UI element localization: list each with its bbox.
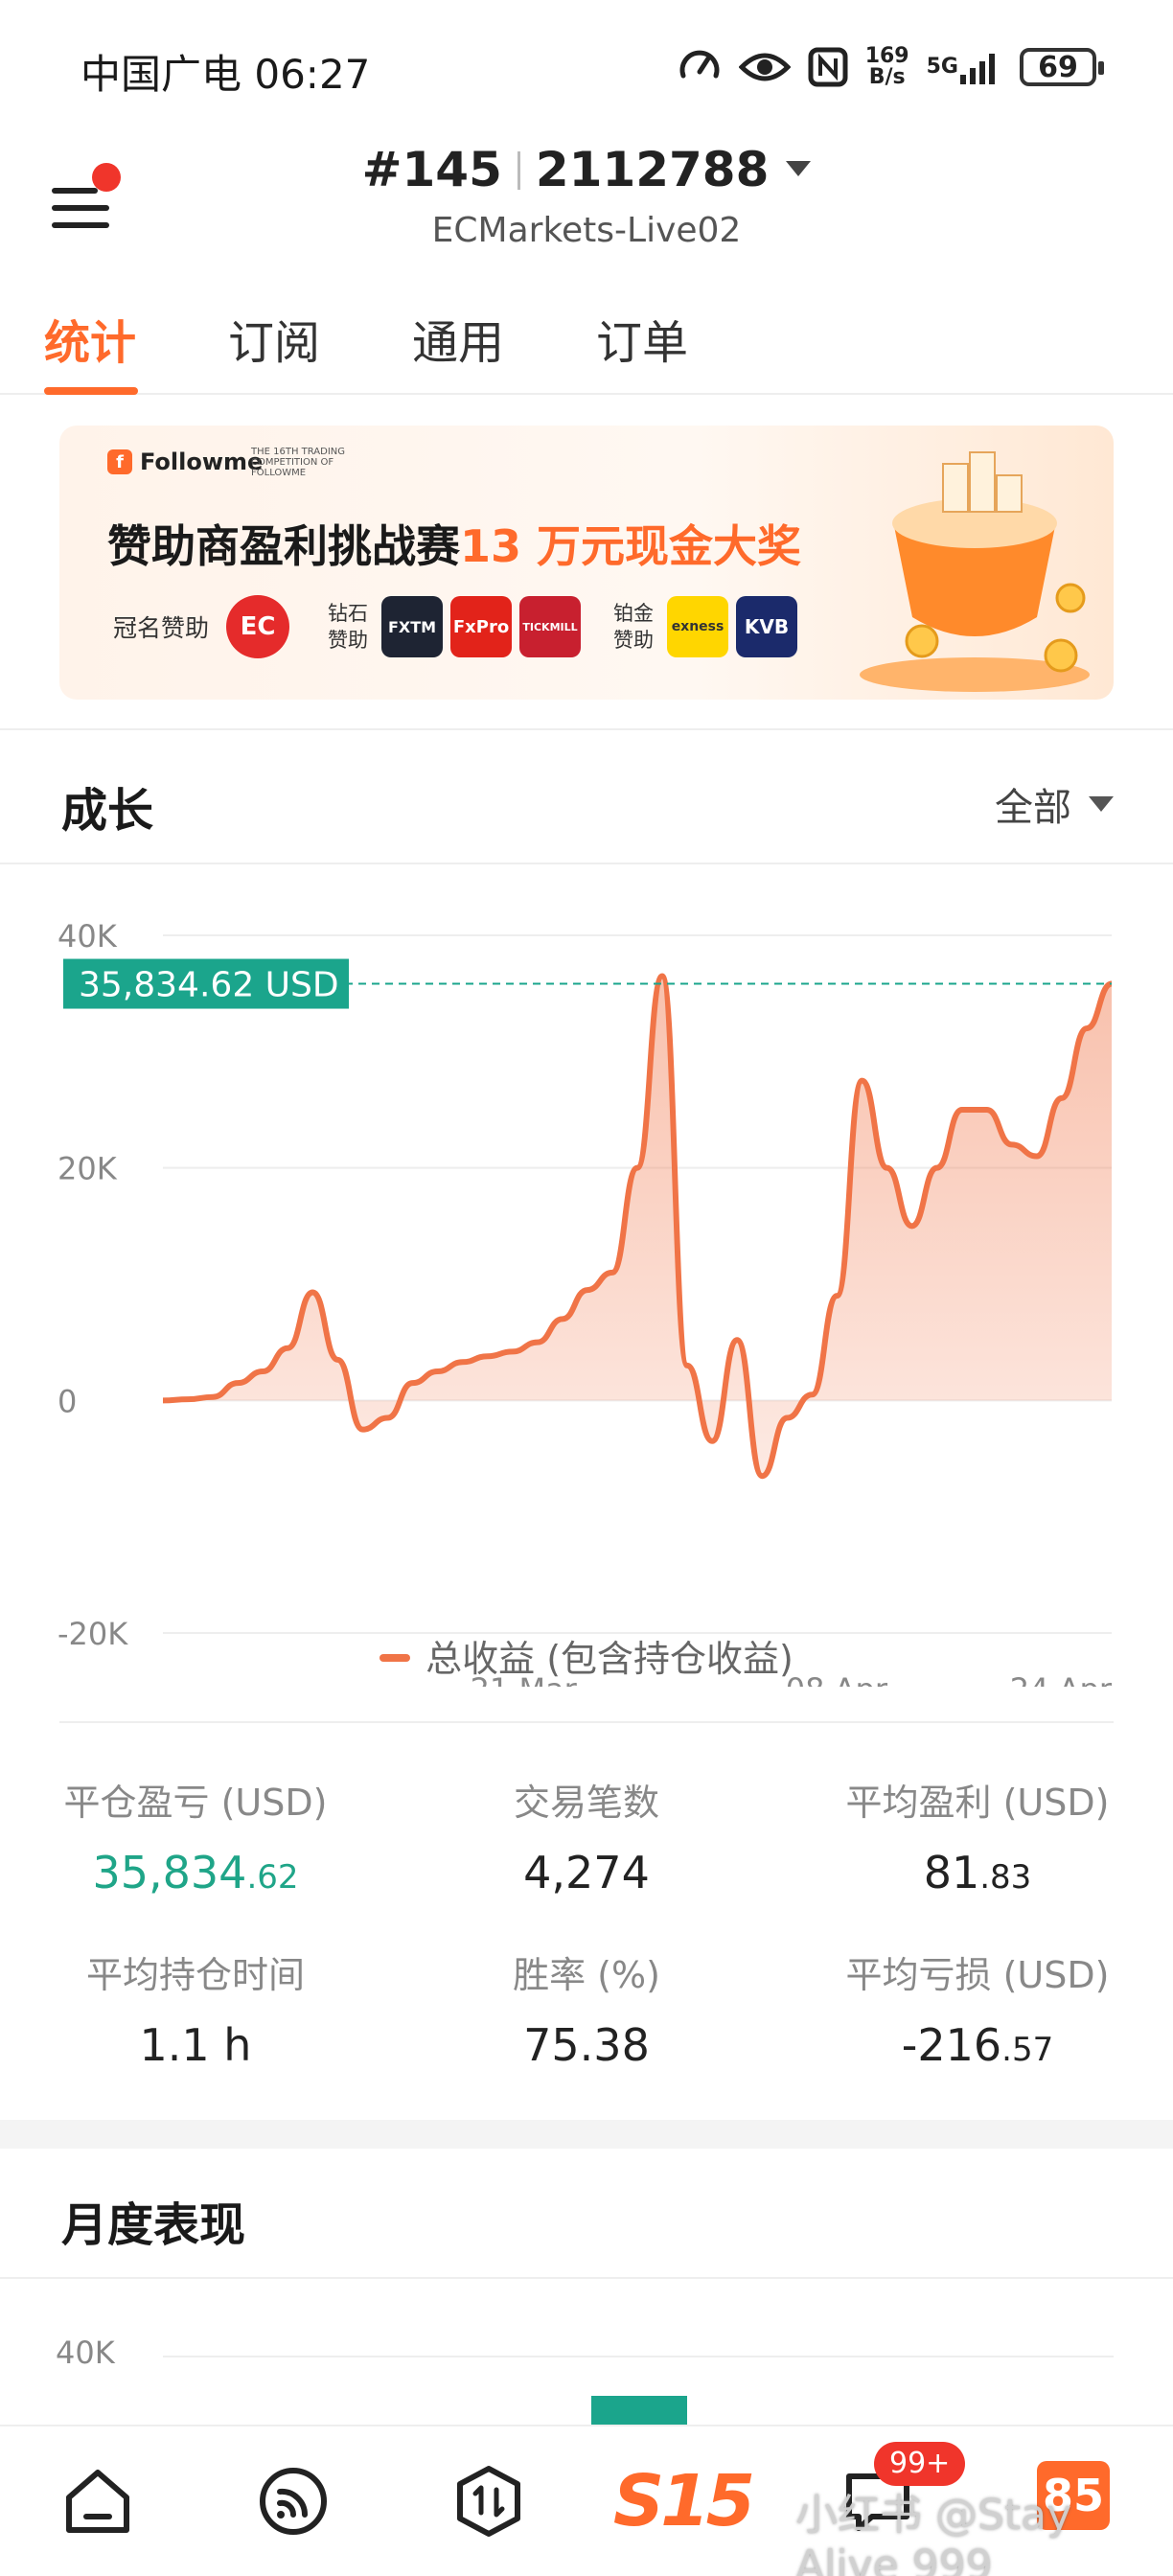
s15-logo: S15 <box>612 2460 755 2542</box>
nav-s15[interactable]: S15 <box>613 2453 755 2549</box>
monthly-bar <box>591 2396 687 2425</box>
exness-sponsor-logo: exness <box>667 596 729 657</box>
kvb-sponsor-logo: KVB <box>736 596 798 657</box>
stat-closed-pnl: 平仓盈亏 (USD) 35,834.62 <box>63 1782 328 1898</box>
stat-avg-holding-time: 平均持仓时间 1.1 h <box>85 1954 305 2071</box>
range-value: 全部 <box>995 786 1071 830</box>
account-selector[interactable]: #145 2112788 <box>0 142 1173 197</box>
speedometer-icon <box>678 45 722 89</box>
sponsor-row: 冠名赞助 EC 钻石 赞助 FXTM FxPro TICKMILL 铂金 赞助 ex… <box>113 588 805 665</box>
stat-avg-loss: 平均亏损 (USD) -216.57 <box>845 1954 1110 2071</box>
growth-chart: 40K20K0-20K 21 Mar08 Apr24 Apr 35,834.62… <box>0 901 1173 1708</box>
y-tick-label: 0 <box>58 1383 77 1419</box>
home-icon <box>66 2470 129 2533</box>
y-tick-label: 40K <box>58 918 118 954</box>
current-value-tag: 35,834.62 USD <box>63 958 349 1009</box>
carrier-time: 中国广电 06:27 <box>80 51 371 98</box>
tab-bar: 统计 订阅 通用 订单 <box>0 288 1173 395</box>
trophy-cup-illustration <box>860 451 1090 692</box>
chevron-down-icon <box>786 161 812 176</box>
server-name: ECMarkets-Live02 <box>431 211 742 250</box>
range-dropdown[interactable]: 全部 <box>995 776 1114 832</box>
fxtm-sponsor-logo: FXTM <box>381 596 444 657</box>
nav-feed[interactable] <box>245 2453 341 2549</box>
promo-banner[interactable]: f Followme THE 16TH TRADING COMPETITION O… <box>59 426 1114 700</box>
growth-title: 成长 <box>61 784 154 838</box>
monthly-title: 月度表现 <box>61 2198 246 2252</box>
stat-win-rate: 胜率 (%) 75.38 <box>513 1954 660 2071</box>
monthly-gridline <box>163 2356 1114 2358</box>
ec-sponsor-logo: EC <box>226 595 290 658</box>
tab-statistics[interactable]: 统计 <box>44 305 136 372</box>
fxpro-sponsor-logo: FxPro <box>450 596 513 657</box>
diamond-sponsor-label: 钻石 赞助 <box>328 602 369 652</box>
tickmill-sponsor-logo: TICKMILL <box>519 596 582 657</box>
status-icons: 169 B/s 5G 69 <box>678 38 1104 96</box>
signal-icon: 5G <box>927 48 1002 86</box>
followme-logo: f Followme <box>107 448 263 475</box>
nav-trade[interactable] <box>441 2453 537 2549</box>
title-sponsor-label: 冠名赞助 <box>113 614 210 642</box>
feed-icon <box>260 2468 327 2535</box>
banner-title: 赞助商盈利挑战赛13 万元现金大奖 <box>107 520 802 572</box>
tab-subscriptions[interactable]: 订阅 <box>228 305 320 372</box>
account-number: 2112788 <box>535 142 770 197</box>
active-tab-indicator <box>44 387 138 395</box>
app-header: #145 2112788 ECMarkets-Live02 <box>0 134 1173 268</box>
chart-legend: 总收益 (包含持仓收益) <box>0 1629 1173 1682</box>
competition-logo: THE 16TH TRADING COMPETITION OF FOLLOWME <box>251 447 346 478</box>
nav-home[interactable] <box>50 2453 146 2549</box>
status-bar: 中国广电 06:27 169 B/s 5G 69 <box>0 0 1173 134</box>
tab-general[interactable]: 通用 <box>412 305 504 372</box>
legend-swatch <box>380 1654 411 1662</box>
account-id: #145 <box>361 142 502 197</box>
stat-trade-count: 交易笔数 4,274 <box>513 1782 659 1898</box>
watermark: 小红书 @Stay Alive 999 <box>795 2491 1072 2576</box>
eye-icon <box>738 48 791 86</box>
tab-orders[interactable]: 订单 <box>596 305 688 372</box>
nfc-icon <box>808 47 848 87</box>
chevron-down-icon <box>1089 796 1114 812</box>
platinum-sponsor-label: 铂金 赞助 <box>613 602 655 652</box>
y-tick-label: 20K <box>58 1151 118 1187</box>
net-speed: 169 B/s <box>864 44 909 89</box>
current-value-label: 35,834.62 USD <box>79 966 339 1005</box>
legend-label: 总收益 (包含持仓收益) <box>426 1638 794 1680</box>
battery-indicator: 69 <box>1020 48 1104 86</box>
trade-icon <box>457 2466 520 2537</box>
growth-chart-svg: 40K20K0-20K 21 Mar08 Apr24 Apr 35,834.62… <box>58 918 1114 1708</box>
monthly-y-tick: 40K <box>56 2334 115 2371</box>
stat-avg-profit: 平均盈利 (USD) 81.83 <box>845 1782 1110 1898</box>
